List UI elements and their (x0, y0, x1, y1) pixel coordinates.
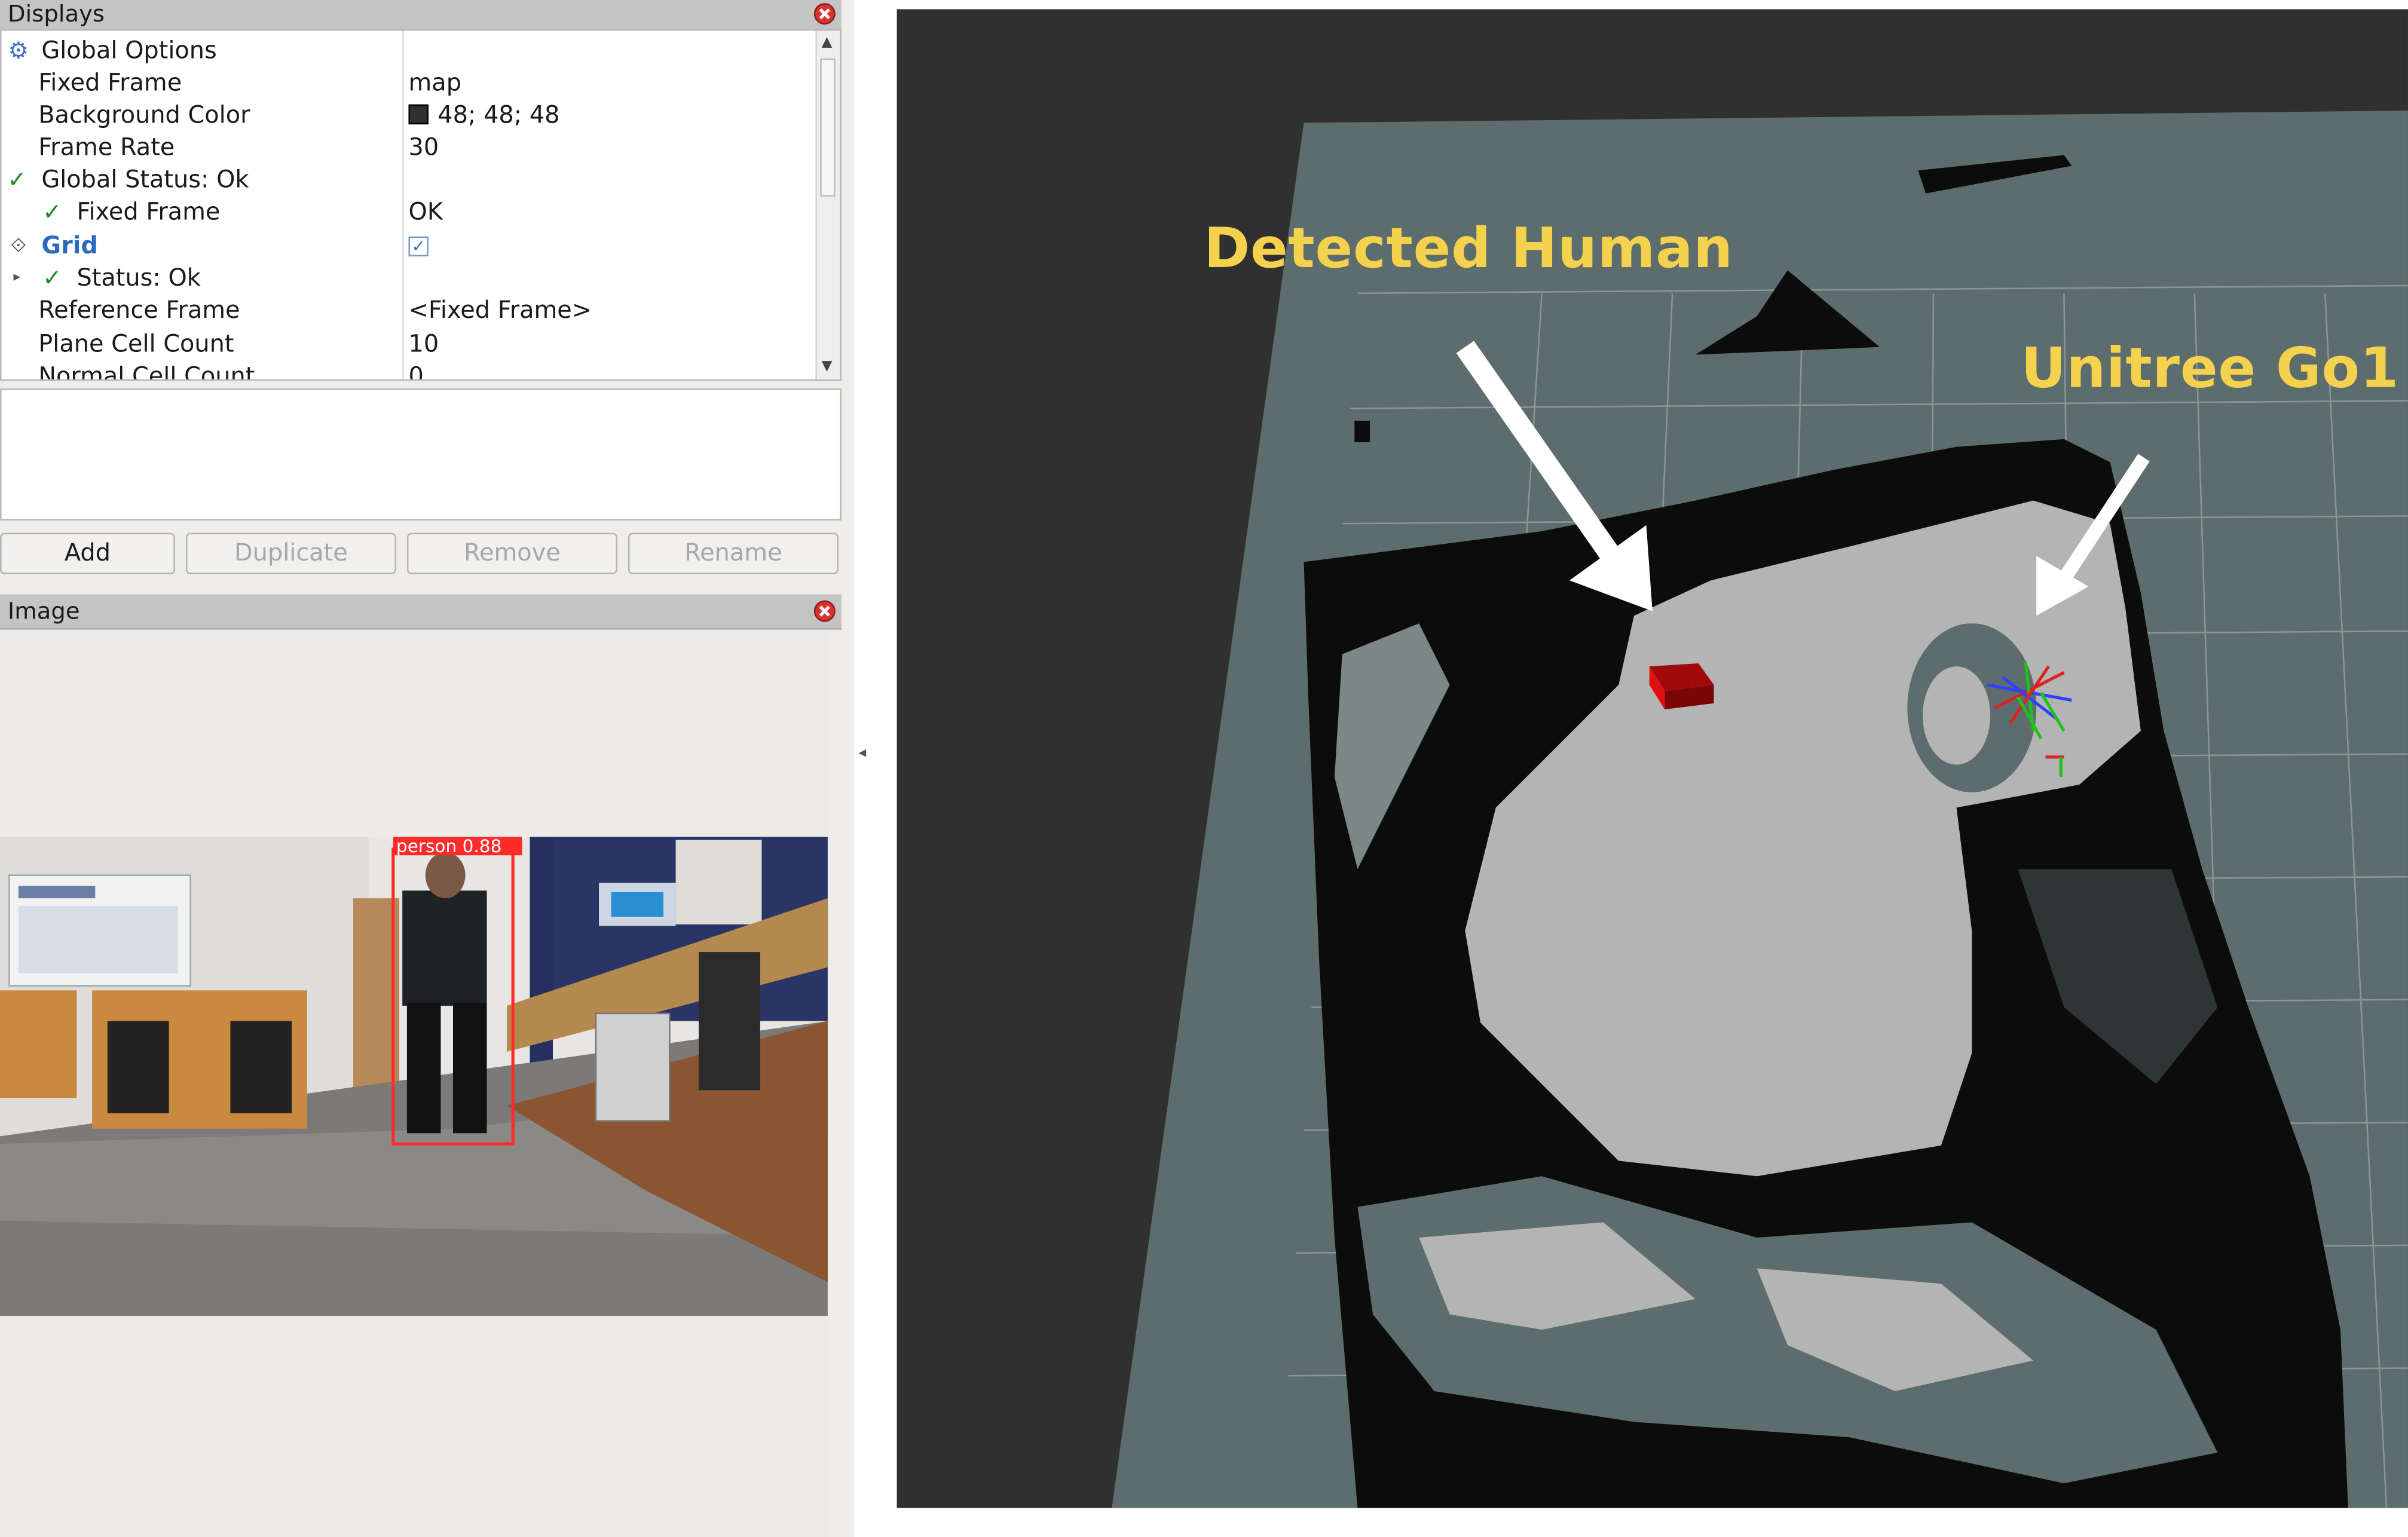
displays-titlebar: Displays (0, 0, 842, 31)
row-label: Frame Rate (38, 133, 175, 161)
row-label: Status: Ok (77, 264, 201, 292)
tree-row-reference-frame[interactable]: Reference Frame <Fixed Frame> (2, 295, 816, 327)
row-label: Global Options (41, 36, 217, 65)
tree-row-grid-status[interactable]: ▸ ✓ Status: Ok (2, 262, 816, 295)
rename-button[interactable]: Rename (628, 532, 839, 574)
tree-row-background-color[interactable]: Background Color 48; 48; 48 (2, 100, 816, 132)
checkmark-icon: ✓ (42, 198, 62, 226)
background-color-text: 48; 48; 48 (437, 101, 560, 129)
camera-image: person 0.88 (0, 837, 828, 1316)
camera-scene (0, 837, 828, 1316)
image-titlebar: Image (0, 594, 842, 630)
row-label: Global Status: Ok (41, 166, 249, 194)
row-label: Reference Frame (38, 296, 240, 324)
collapse-arrow-icon[interactable]: ◂ (858, 745, 866, 761)
tree-row-normal-cell-count[interactable]: Normal Cell Count 0 (2, 361, 816, 381)
tree-row-frame-rate[interactable]: Frame Rate 30 (2, 132, 816, 164)
row-label: Normal Cell Count (38, 362, 255, 381)
checkmark-icon: ✓ (7, 166, 27, 194)
scroll-down-icon[interactable]: ▼ (822, 359, 833, 375)
row-label: Background Color (38, 101, 250, 129)
background-color-value[interactable]: 48; 48; 48 (408, 100, 560, 132)
row-label: Fixed Frame (38, 69, 182, 97)
add-button[interactable]: Add (0, 532, 175, 574)
row-label: Grid (41, 231, 98, 260)
description-box (0, 388, 842, 521)
scrollbar-thumb[interactable] (820, 58, 836, 197)
remove-button[interactable]: Remove (406, 532, 617, 574)
tree-row-fixed-frame[interactable]: Fixed Frame map (2, 68, 816, 100)
close-icon[interactable] (813, 600, 836, 622)
tree-row-fixed-frame-status[interactable]: ✓ Fixed Frame OK (2, 197, 816, 229)
tree-row-grid[interactable]: ⟐ Grid ✓ (2, 230, 816, 262)
grid-enabled-checkbox[interactable]: ✓ (408, 236, 429, 257)
fixed-frame-value[interactable]: map (408, 68, 461, 100)
left-panel: Displays ⚙ Global Options Fixed Frame ma… (0, 0, 854, 1537)
annotation-unitree-go1: Unitree Go1 (2021, 338, 2400, 401)
annotation-detected-human: Detected Human (1204, 218, 1733, 281)
grid-icon: ⟐ (10, 235, 27, 258)
fixed-frame-status-value: OK (408, 198, 443, 226)
frame-rate-value[interactable]: 30 (408, 132, 439, 164)
expand-arrow-icon[interactable]: ▸ (5, 262, 29, 295)
color-swatch (408, 104, 429, 125)
reference-frame-value[interactable]: <Fixed Frame> (408, 295, 592, 327)
tree-row-plane-cell-count[interactable]: Plane Cell Count 10 (2, 329, 816, 361)
checkmark-icon: ✓ (42, 264, 62, 292)
duplicate-button[interactable]: Duplicate (185, 532, 396, 574)
tree-row-global-options[interactable]: ⚙ Global Options (2, 35, 816, 68)
gear-icon: ⚙ (8, 36, 29, 65)
detection-label: person 0.88 (396, 837, 502, 857)
displays-title: Displays (7, 0, 105, 28)
close-icon[interactable] (813, 3, 836, 25)
plane-cell-count-value[interactable]: 10 (408, 329, 439, 361)
row-label: Fixed Frame (77, 198, 221, 226)
image-title: Image (7, 597, 80, 625)
normal-cell-count-value[interactable]: 0 (408, 361, 423, 379)
displays-tree[interactable]: ⚙ Global Options Fixed Frame map Backgro… (0, 29, 842, 381)
tree-row-global-status[interactable]: ✓ Global Status: Ok (2, 164, 816, 197)
3d-viewport[interactable]: Detected Human Unitree Go1 (897, 9, 2408, 1508)
row-label: Plane Cell Count (38, 330, 234, 358)
scroll-up-icon[interactable]: ▲ (822, 35, 833, 51)
tree-scrollbar[interactable]: ▲ ▼ (815, 30, 840, 379)
